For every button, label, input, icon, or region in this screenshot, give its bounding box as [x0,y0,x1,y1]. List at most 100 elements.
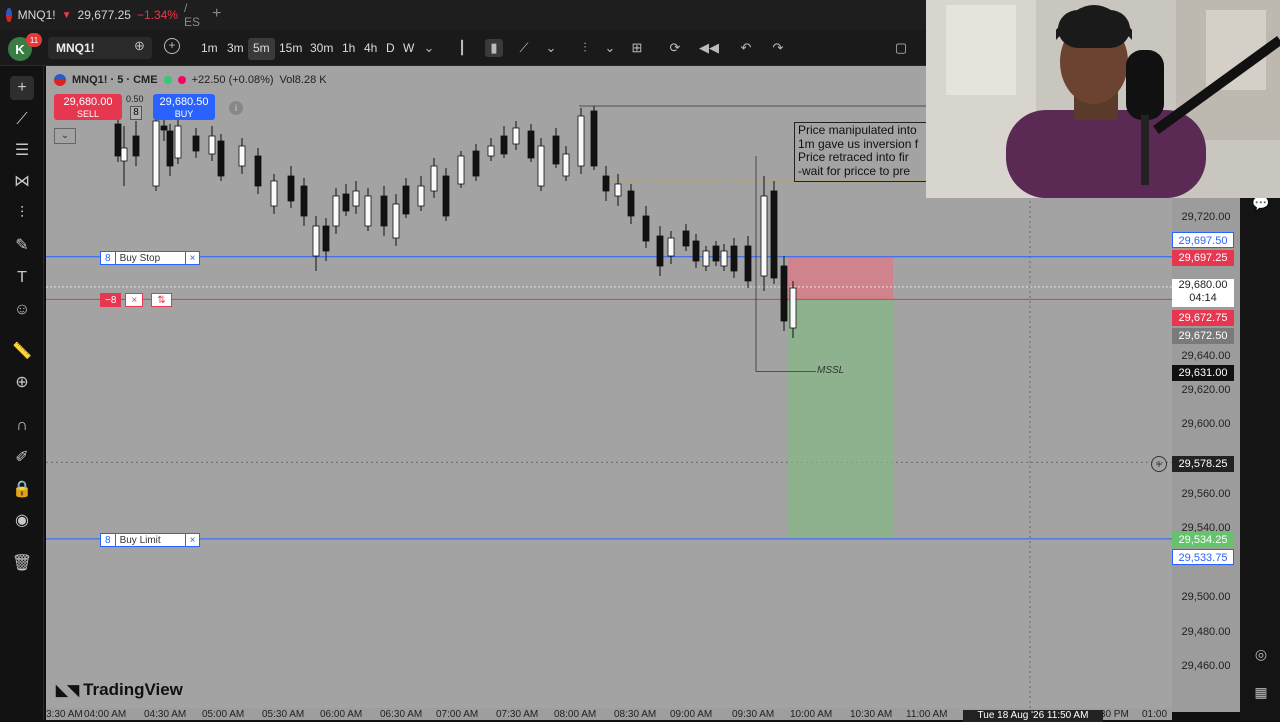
candle-body [500,135,508,155]
time-tick: 10:30 AM [850,709,893,720]
candle-body [712,245,720,262]
position-tag[interactable]: −8 × ⇅ [100,293,172,307]
chevron-down-icon[interactable]: ⌄ [420,39,438,57]
price-tick: 29,720.00 [1181,211,1231,223]
buy-button[interactable]: 29,680.50 BUY [153,94,215,120]
candle-body [730,245,738,272]
buy-label: BUY [174,109,194,119]
chart-legend: MNQ1! · 5 · CME +22.50 (+0.08%) Vol8.28 … [54,74,327,86]
indicators-icon[interactable]: ⫶ [576,39,594,57]
buy-stop-order-tag[interactable]: 8 Buy Stop × [100,251,201,265]
emoji-icon[interactable]: ☺ [10,298,34,322]
magnet-icon[interactable]: ∩ [10,414,34,438]
lock-drawing-icon[interactable]: ✐ [10,446,34,470]
calendar-icon[interactable]: ▦ [1250,684,1272,706]
crosshair-time-label: Tue 18 Aug '26 11:50 AM [963,710,1103,722]
line-chart-type-icon[interactable]: ⟋ [515,39,533,57]
us-flag-icon [54,74,66,86]
buy-limit-qty[interactable]: 8 [101,534,116,546]
reverse-icon[interactable]: ⇅ [151,293,172,307]
timeframe-4h[interactable]: 4h [359,38,382,60]
candle-body [392,203,400,239]
drawing-toolbar: + ⟋ ☰ ⋈ ⫶ ✎ T ☺ 📏 ⊕ ∩ ✐ 🔒 ◉ 🗑 [0,66,44,720]
close-icon[interactable]: × [186,252,200,264]
candle-body [770,190,778,279]
chat-icon[interactable]: 💬 [1250,195,1272,217]
candle-chart-type-icon[interactable]: ▮ [485,39,503,57]
time-tick: 10:00 AM [790,709,833,720]
candle-body [527,130,535,159]
position-price-box: 29,672.75 [1172,310,1234,326]
buy-limit-price-box: 29,533.75 [1172,549,1234,565]
zoom-icon[interactable]: ⊕ [10,371,34,395]
candle-body [552,135,560,165]
timeframe-3m[interactable]: 3m [222,38,249,60]
chevron-down-icon[interactable]: ⌄ [601,39,619,57]
layout-grid-icon[interactable]: ⊞ [628,39,646,57]
info-icon[interactable]: i [229,101,243,115]
fib-icon[interactable]: ☰ [10,139,34,163]
time-tick: 08:00 AM [554,709,597,720]
alert-icon[interactable]: ⟳ [666,39,684,57]
trend-line-icon[interactable]: ⟋ [10,108,34,132]
time-tick: 09:00 AM [670,709,713,720]
candle-body [487,145,495,157]
lock-icon[interactable]: 🔒 [10,478,34,502]
text-icon[interactable]: T [10,266,34,290]
ruler-icon[interactable]: 📏 [10,340,34,364]
watchlist-add-icon[interactable]: ⊕ [134,38,145,54]
price-tick: 29,560.00 [1181,488,1231,500]
candle-body [614,183,622,197]
pattern-icon[interactable]: ⋈ [10,170,34,194]
collapse-legend-button[interactable]: ⌄ [54,128,76,144]
timeframe-15m[interactable]: 15m [274,38,307,60]
time-tick: 08:30 AM [614,709,657,720]
timeframe-d[interactable]: D [381,38,400,60]
sell-button[interactable]: 29,680.00 SELL [54,94,122,120]
timeframe-30m[interactable]: 30m [305,38,338,60]
crosshair-cursor-icon[interactable]: + [10,76,34,100]
candle-body [780,265,788,322]
legend-change: +22.50 (+0.08%) [191,74,274,86]
candle-body [312,225,320,257]
bar-chart-type-icon[interactable]: ┃ [453,39,471,57]
close-icon[interactable]: × [125,293,144,307]
chevron-down-icon[interactable]: ⌄ [542,39,560,57]
legend-symbol: MNQ1! · 5 · CME [72,74,158,86]
buy-stop-stop-box: 29,697.25 [1172,250,1234,266]
price-tick: 29,480.00 [1181,626,1231,638]
fullscreen-icon[interactable]: ▢ [892,39,910,57]
replay-icon[interactable]: ◀◀ [699,39,719,57]
eye-icon[interactable]: ◉ [10,509,34,533]
compare-add-icon[interactable]: + [164,38,180,54]
timeframe-w[interactable]: W [398,38,419,60]
mssl-label: MSSL [817,365,845,376]
current-price: 29,680.00 [1178,279,1228,291]
time-tick: 06:30 AM [380,709,423,720]
candle-body [192,135,200,152]
add-alert-plus-icon[interactable]: + [1151,456,1167,472]
candle-body [702,250,710,267]
undo-icon[interactable]: ↶ [737,39,755,57]
price-tick: 29,500.00 [1181,591,1231,603]
target-icon[interactable]: ◎ [1250,646,1272,668]
annotation-note[interactable]: Price manipulated into 1m gave us invers… [794,122,934,182]
close-icon[interactable]: × [186,534,200,546]
timeframe-1m[interactable]: 1m [196,38,223,60]
timeframe-5m[interactable]: 5m [248,38,275,60]
forecast-icon[interactable]: ⫶ [10,202,34,226]
candle-body [789,287,797,329]
candle-body [254,155,262,187]
candle-body [577,115,585,167]
brush-icon[interactable]: ✎ [10,234,34,258]
timeframe-1h[interactable]: 1h [337,38,360,60]
browser-tab[interactable]: MNQ1! ▼ 29,677.25 −1.34% / ES [6,1,200,29]
tradingview-logo: ◣◥ TradingView [56,680,183,700]
quantity-field[interactable]: 8 [130,106,142,120]
sell-price: 29,680.00 [63,96,113,108]
redo-icon[interactable]: ↷ [769,39,787,57]
buy-limit-order-tag[interactable]: 8 Buy Limit × [100,533,201,547]
buy-stop-qty[interactable]: 8 [101,252,116,264]
trash-icon[interactable]: 🗑 [10,552,34,576]
new-tab-plus-icon[interactable]: + [212,5,221,23]
